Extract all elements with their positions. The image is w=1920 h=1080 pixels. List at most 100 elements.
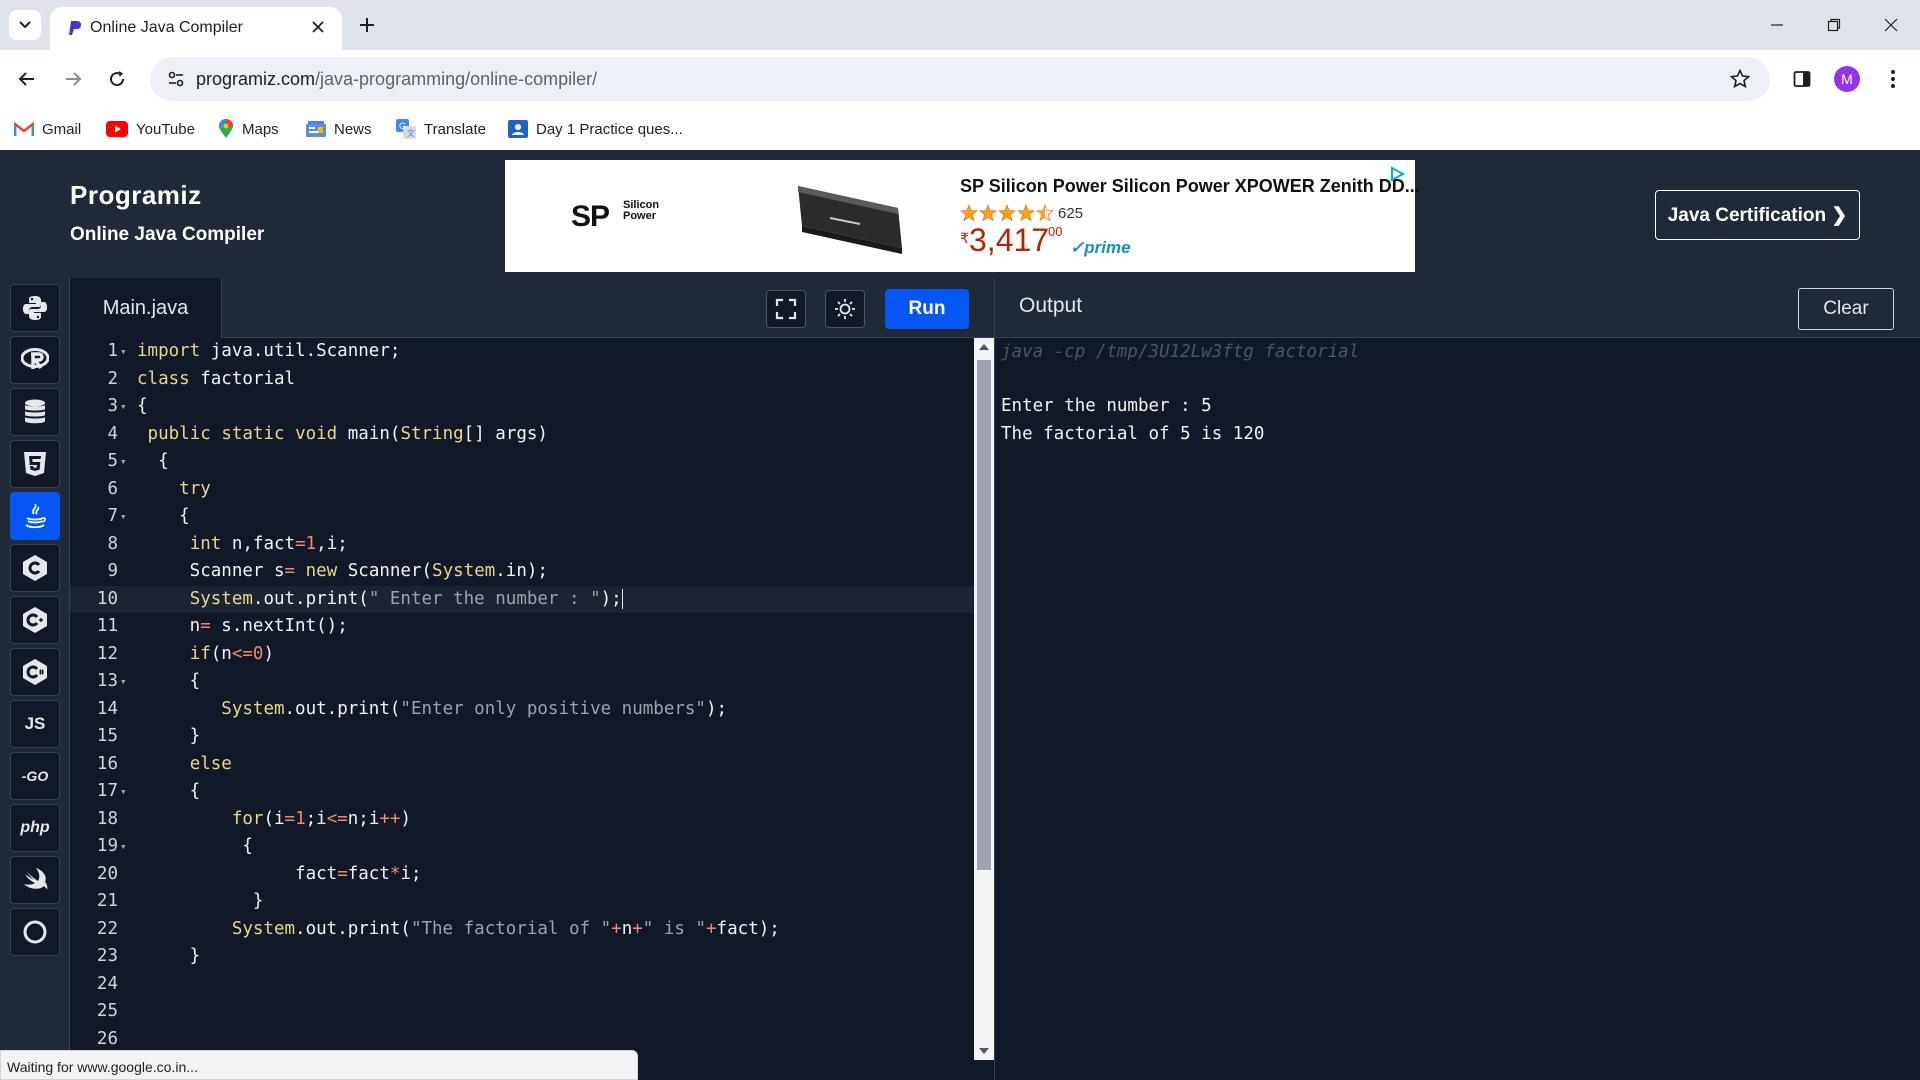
code-line[interactable]: 13 ▾ { [70, 668, 975, 695]
code-editor[interactable]: 1 ▾ import java.util.Scanner; 2 class factor… [70, 338, 994, 1060]
code-line[interactable]: 19 ▾ { [70, 833, 975, 860]
lang-java-button[interactable] [10, 492, 60, 540]
bookmark-star-icon[interactable] [1728, 67, 1752, 91]
tab-search-button[interactable] [9, 10, 41, 40]
page-title: Online Java Compiler [70, 224, 265, 245]
address-bar[interactable]: programiz.com/java-programming/online-co… [150, 57, 1770, 101]
lang-sql-button[interactable] [10, 388, 60, 436]
code-line[interactable]: 8 int n,fact=1,i; [70, 531, 975, 558]
code-line[interactable]: 14 System.out.print("Enter only positive… [70, 696, 975, 723]
code-line[interactable]: 5 ▾ { [70, 448, 975, 475]
code-line[interactable]: 25 [70, 998, 975, 1025]
language-sidebar: JS -GO php [0, 278, 70, 1080]
code-line[interactable]: 21 } [70, 888, 975, 915]
code-line[interactable]: 10 System.out.print(" Enter the number :… [70, 585, 975, 613]
code-line[interactable]: 16 else [70, 751, 975, 778]
ad-price-cents: 00 [1048, 224, 1063, 239]
code-line[interactable]: 15 } [70, 723, 975, 750]
theme-toggle-button[interactable] [825, 290, 865, 328]
code-text: { [137, 671, 201, 691]
lang-html-button[interactable] [10, 440, 60, 488]
code-line[interactable]: 4 public static void main(String[] args) [70, 421, 975, 448]
advertisement-banner[interactable]: SP Silicon Power SP Silicon Power Silicon… [505, 160, 1420, 272]
bookmark-gmail[interactable]: Gmail [14, 116, 81, 142]
code-line[interactable]: 11 n= s.nextInt(); [70, 613, 975, 640]
code-line[interactable]: 1 ▾ import java.util.Scanner; [70, 338, 975, 365]
bookmark-label: Maps [242, 120, 279, 138]
fold-arrow-icon[interactable]: ▾ [120, 338, 127, 365]
lang-c-button[interactable] [10, 544, 60, 592]
lang-more-button[interactable] [10, 908, 60, 956]
programiz-logo[interactable]: Programiz [70, 180, 202, 211]
restore-icon [1827, 18, 1841, 32]
text-cursor [621, 588, 623, 609]
bookmark-day1-practice[interactable]: Day 1 Practice ques... [508, 116, 683, 142]
new-tab-button[interactable] [352, 10, 382, 40]
scroll-up-arrow[interactable] [979, 344, 989, 350]
fold-arrow-icon[interactable]: ▾ [120, 393, 127, 420]
code-line[interactable]: 7 ▾ { [70, 503, 975, 530]
ad-rating-count: 625 [1058, 205, 1084, 222]
minimize-icon [1771, 24, 1783, 26]
code-line[interactable]: 22 System.out.print("The factorial of "+… [70, 916, 975, 943]
lang-javascript-button[interactable]: JS [10, 700, 60, 748]
code-line[interactable]: 2 class factorial [70, 366, 975, 393]
minimize-button[interactable] [1748, 0, 1806, 50]
browser-menu-button[interactable] [1876, 62, 1910, 96]
fold-arrow-icon[interactable]: ▾ [120, 778, 127, 805]
tab-close-icon[interactable] [306, 15, 330, 39]
lang-go-button[interactable]: -GO [10, 752, 60, 800]
code-line[interactable]: 26 [70, 1026, 975, 1053]
profile-avatar[interactable]: M [1834, 66, 1860, 92]
lang-csharp-button[interactable] [10, 648, 60, 696]
lang-cpp-button[interactable] [10, 596, 60, 644]
code-line[interactable]: 9 Scanner s= new Scanner(System.in); [70, 558, 975, 585]
site-info-icon[interactable] [164, 67, 188, 91]
reload-button[interactable] [100, 62, 134, 96]
editor-scrollbar[interactable] [974, 338, 994, 1060]
lang-r-button[interactable] [10, 336, 60, 384]
bookmark-maps[interactable]: Maps [218, 116, 279, 142]
bookmark-youtube[interactable]: YouTube [106, 116, 195, 142]
code-line[interactable]: 12 if(n<=0) [70, 641, 975, 668]
fullscreen-button[interactable] [766, 290, 806, 328]
forward-button[interactable] [56, 62, 90, 96]
url-text[interactable]: programiz.com/java-programming/online-co… [196, 69, 597, 90]
output-header: Output Clear [994, 278, 1920, 338]
back-button[interactable] [10, 62, 44, 96]
code-line[interactable]: 18 for(i=1;i<=n;i++) [70, 806, 975, 833]
side-panel-button[interactable] [1785, 62, 1819, 96]
lang-swift-button[interactable] [10, 856, 60, 904]
line-number: 8 [107, 533, 118, 554]
lang-python-button[interactable] [10, 284, 60, 332]
clear-button[interactable]: Clear [1798, 288, 1894, 330]
code-text: } [137, 891, 264, 911]
bookmark-news[interactable]: News [306, 116, 372, 142]
svg-text:文: 文 [407, 128, 415, 138]
close-window-button[interactable] [1862, 0, 1920, 50]
fold-arrow-icon[interactable]: ▾ [120, 668, 127, 695]
file-tab-main-java[interactable]: Main.java [70, 278, 222, 338]
scrollbar-thumb[interactable] [977, 360, 991, 870]
ad-prime-badge: ✓prime [1070, 238, 1131, 257]
code-line[interactable]: 23 } [70, 943, 975, 970]
scroll-down-arrow[interactable] [979, 1048, 989, 1054]
java-certification-button[interactable]: Java Certification ❯ [1655, 190, 1860, 240]
code-line[interactable]: 3 ▾ { [70, 393, 975, 420]
run-button[interactable]: Run [885, 289, 969, 329]
code-line[interactable]: 20 fact=fact*i; [70, 861, 975, 888]
fold-arrow-icon[interactable]: ▾ [120, 503, 127, 530]
code-line[interactable]: 17 ▾ { [70, 778, 975, 805]
restore-button[interactable] [1805, 0, 1863, 50]
ad-choices-icon[interactable] [1389, 166, 1405, 182]
fold-arrow-icon[interactable]: ▾ [120, 448, 127, 475]
output-console[interactable]: java -cp /tmp/3U12Lw3ftg factorial Enter… [994, 338, 1920, 1080]
code-text: class factorial [137, 368, 296, 389]
python-icon [23, 296, 47, 320]
bookmark-translate[interactable]: G文 Translate [396, 116, 486, 142]
lang-php-button[interactable]: php [10, 804, 60, 852]
browser-tab-active[interactable]: Online Java Compiler [50, 7, 342, 50]
code-line[interactable]: 24 [70, 971, 975, 998]
fold-arrow-icon[interactable]: ▾ [120, 833, 127, 860]
code-line[interactable]: 6 try [70, 476, 975, 503]
